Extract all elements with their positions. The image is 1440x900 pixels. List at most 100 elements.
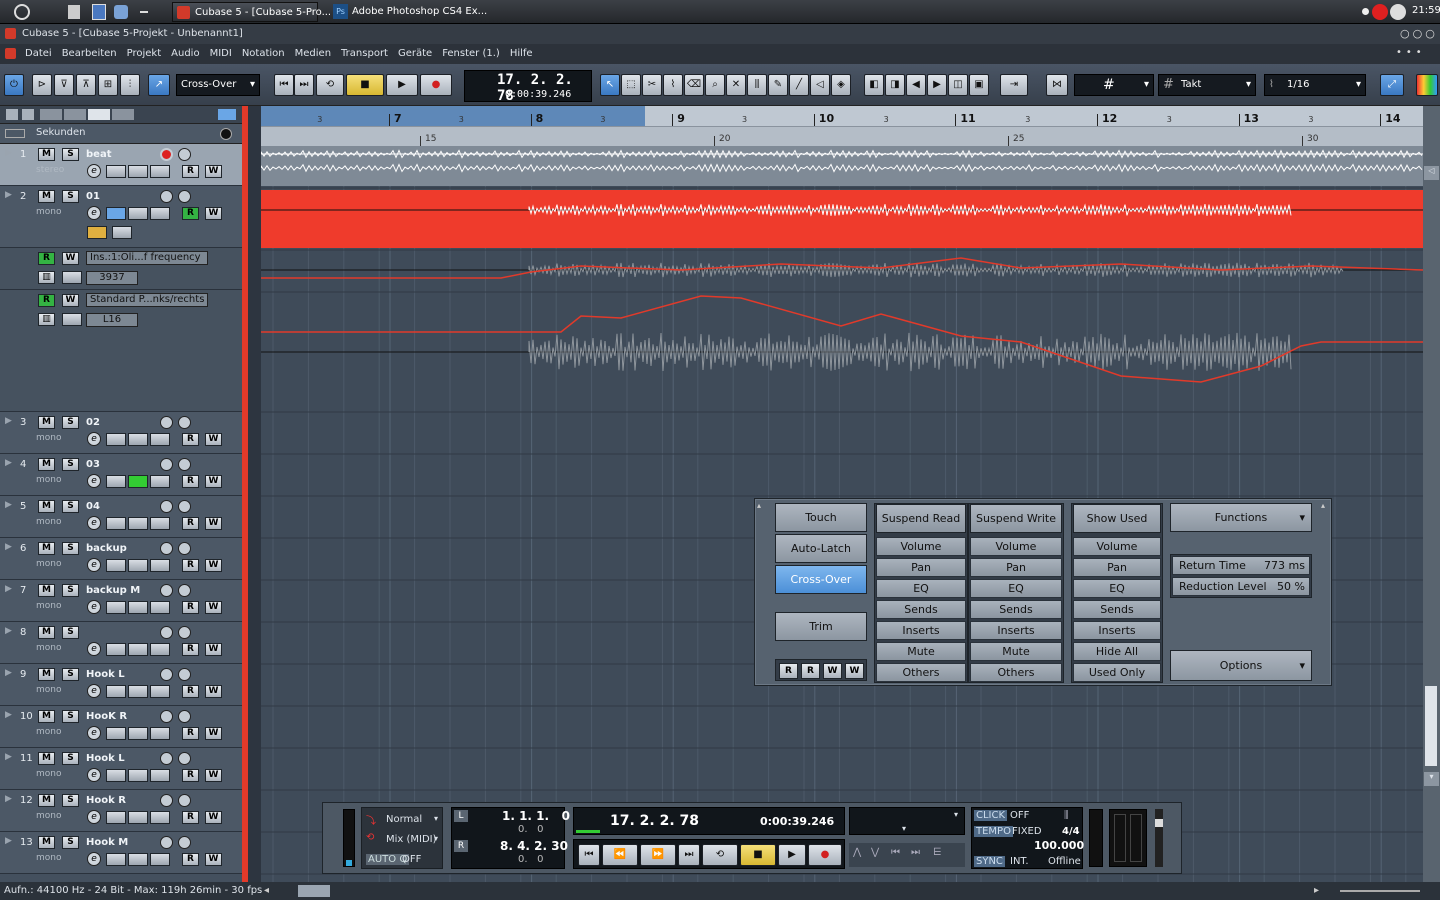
click-settings-icon[interactable]: ⫼ [1064,810,1069,821]
automation-value-field[interactable]: L16 [86,313,138,327]
lane-m-icon[interactable] [40,109,62,120]
media-icon[interactable] [114,5,128,19]
expand-arrow-icon[interactable]: ▶ [5,458,12,468]
timebase-icon[interactable] [128,643,148,656]
transport-go-to-start-button[interactable]: ⏮ [578,844,600,866]
shrink-button[interactable]: ◫ [948,74,968,96]
edit-channel-icon[interactable]: e [87,164,101,178]
automation-parameter-select[interactable]: Standard P...nks/rechts [86,293,208,307]
left-locator[interactable]: 1. 1. 1. 0 [502,809,570,823]
read-button[interactable]: R [182,559,199,572]
expand-arrow-icon[interactable]: ▶ [5,752,12,762]
object-select-tool[interactable]: ↖ [600,74,620,96]
menu-datei[interactable]: Datei [20,45,57,63]
solo-button[interactable]: S [62,794,79,807]
write-button[interactable]: W [205,769,222,782]
nudge-left-button[interactable]: ◧ [864,74,884,96]
timebase-icon[interactable] [128,165,148,178]
scroll-right-icon[interactable]: ▸ [1314,883,1319,899]
ruler[interactable]: 7 3 8 3 9 3 10 3 11 3 12 3 13 3 14 3 15 20 25 30 [261,106,1423,146]
record-enable-icon[interactable] [160,752,173,765]
sync-label[interactable]: SYNC [974,856,1005,867]
expand-arrow-icon[interactable]: ▶ [5,794,12,804]
expand-arrow-icon[interactable]: ▶ [5,190,12,200]
record-enable-icon[interactable] [160,458,173,471]
down-icon[interactable]: ⋁ [871,847,879,858]
chevron-down-icon[interactable]: ▾ [954,810,958,819]
track-1[interactable]: ▶ 1 M Sbeat stereo e R W [0,144,242,186]
lane-icon[interactable] [106,433,126,446]
line-tool[interactable]: ╱ [789,74,809,96]
erase-tool[interactable]: ⌫ [684,74,704,96]
lane-icon[interactable] [106,685,126,698]
mute-button[interactable]: M [38,542,55,555]
lane-folder-icon[interactable] [112,226,132,239]
edit-channel-icon[interactable]: e [87,474,101,488]
snap-button[interactable]: ⋈ [1046,74,1068,96]
suspend-write-eq-button[interactable]: EQ [970,579,1062,598]
show-used-eq-button[interactable]: EQ [1073,579,1161,598]
suspend-read-volume-button[interactable]: Volume [876,537,966,556]
timebase-icon[interactable] [128,517,148,530]
read-selected-button[interactable]: R [801,663,820,679]
pool-button[interactable]: ⊞ [98,74,118,96]
monitor-icon[interactable] [178,668,191,681]
lane-icon[interactable] [106,601,126,614]
read-button[interactable]: R [182,643,199,656]
zoom-out-vertical-icon[interactable]: ◁ [1424,166,1439,180]
track-9[interactable]: ▶ 9 M S Hook L mono e R W [0,664,242,706]
track-controls-icon[interactable] [218,109,236,120]
tempo-value[interactable]: 100.000 [1034,839,1084,852]
monitor-icon[interactable] [178,626,191,639]
edit-channel-icon[interactable]: e [87,810,101,824]
timebase-icon[interactable] [128,853,148,866]
menu-hilfe[interactable]: Hilfe [505,45,538,63]
menu-logo-icon[interactable] [5,48,16,59]
folder-icon[interactable] [150,811,170,824]
window-controls-icon[interactable]: ○○○ [1400,24,1440,44]
automation-parameter-select[interactable]: Ins.:1:Oli...f frequency [86,251,208,265]
transport-rewind-button[interactable]: ⏪ [602,844,638,866]
track-name[interactable]: Hook L [86,669,125,680]
record-enable-icon[interactable] [160,836,173,849]
lane-r-icon[interactable] [88,109,110,120]
menu-notation[interactable]: Notation [237,45,290,63]
nudge-right-button[interactable]: ◨ [885,74,905,96]
solo-button[interactable]: S [62,416,79,429]
zoom-tool[interactable]: ⌕ [705,74,725,96]
folder-icon[interactable] [150,517,170,530]
track-splitter[interactable] [248,106,261,882]
monitor-icon[interactable] [178,836,191,849]
automation-write-button[interactable]: W [62,294,79,307]
track-name[interactable]: beat [86,149,111,160]
suspend-read-sends-button[interactable]: Sends [876,600,966,619]
menu-medien[interactable]: Medien [290,45,336,63]
read-button[interactable]: R [182,685,199,698]
show-used-volume-button[interactable]: Volume [1073,537,1161,556]
solo-button[interactable]: S [62,836,79,849]
record-enable-icon[interactable] [160,542,173,555]
edit-channel-icon[interactable]: e [87,768,101,782]
mute-button[interactable]: M [38,416,55,429]
automation-lane-icon[interactable] [62,313,82,326]
suspend-write-pan-button[interactable]: Pan [970,558,1062,577]
transport-position-display[interactable]: 17. 2. 2. 78 0:00:39.246 [573,807,845,835]
time-warp-tool[interactable]: ⫼ [747,74,767,96]
lane-icon[interactable] [106,643,126,656]
write-button[interactable]: W [205,517,222,530]
mute-button[interactable]: M [38,500,55,513]
automation-mode-icon[interactable]: ↗ [148,74,170,96]
expand-arrow-icon[interactable]: ▶ [5,668,12,678]
menu-audio[interactable]: Audio [166,45,204,63]
automation-lane-2[interactable]: R W Standard P...nks/rechts ▥ L16 [0,290,242,412]
punch-icon[interactable]: ⋿ [933,847,942,858]
panel-close-icon[interactable]: ▴ [1321,501,1325,510]
write-button[interactable]: W [205,685,222,698]
play-tool[interactable]: ◁ [810,74,830,96]
solo-button[interactable]: S [62,190,79,203]
menu-transport[interactable]: Transport [336,45,393,63]
read-button[interactable]: R [182,811,199,824]
draw-tool[interactable]: ✎ [768,74,788,96]
right-locator-icon[interactable]: R [454,840,468,852]
expand-button[interactable]: ▣ [969,74,989,96]
